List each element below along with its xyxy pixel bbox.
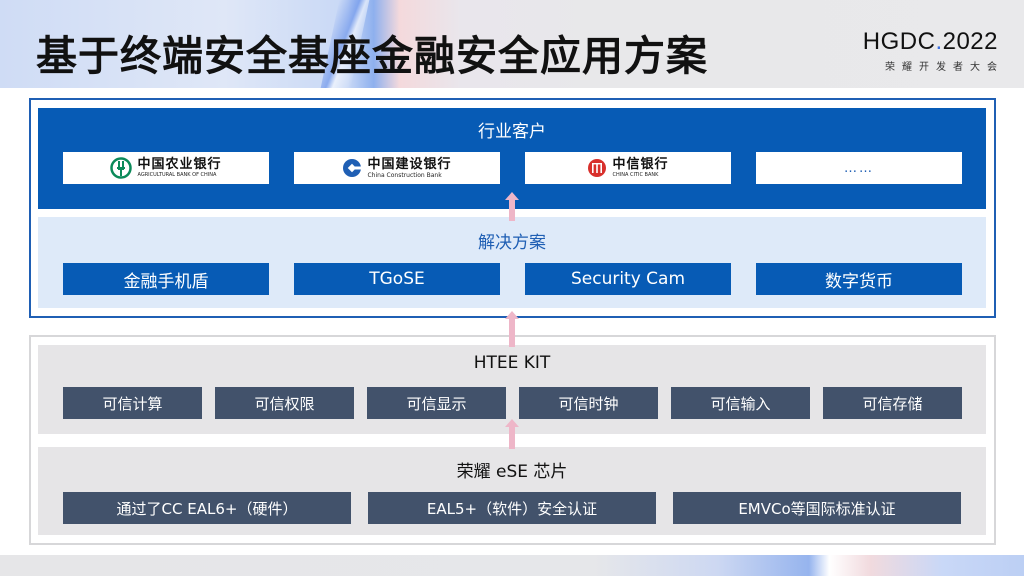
- htee-kit-title: HTEE KIT: [473, 353, 551, 373]
- kit-item: 可信计算: [63, 387, 202, 419]
- brand-year: 2022: [942, 28, 998, 55]
- bank-name-en: CHINA CITIC BANK: [612, 171, 659, 178]
- brand-name: HGDC: [862, 28, 936, 55]
- kit-item: 可信权限: [215, 387, 354, 419]
- bank-card-citic: 中信银行 CHINA CITIC BANK: [525, 152, 731, 184]
- solutions-title: 解决方案: [478, 233, 546, 253]
- bank-name-cn: 中国农业银行: [137, 156, 222, 172]
- ese-item: 通过了CC EAL6+（硬件）: [63, 492, 351, 524]
- ese-item: EMVCo等国际标准认证: [673, 492, 961, 524]
- kit-item: 可信存储: [823, 387, 962, 419]
- ese-chip-panel: 荣耀 eSE 芯片 通过了CC EAL6+（硬件） EAL5+（软件）安全认证 …: [38, 447, 986, 535]
- abc-logo-icon: [110, 157, 133, 179]
- solutions-panel: 解决方案 金融手机盾 TGoSE Security Cam 数字货币: [38, 217, 986, 308]
- bank-name-cn: 中信银行: [612, 156, 669, 172]
- solution-item: TGoSE: [294, 263, 500, 295]
- brand-logo: HGDC.2022 荣耀开发者大会: [863, 28, 998, 73]
- citic-logo-icon: [588, 159, 607, 177]
- brand-main: HGDC.2022: [863, 28, 998, 56]
- more-banks-ellipsis: ……: [844, 160, 874, 176]
- bank-card-ccb: 中国建设银行 China Construction Bank: [294, 152, 500, 184]
- bank-name-en: China Construction Bank: [367, 171, 442, 179]
- arrow-up-icon: [505, 192, 519, 221]
- bank-name-en: AGRICULTURAL BANK OF CHINA: [137, 171, 217, 178]
- ese-chip-title: 荣耀 eSE 芯片: [456, 462, 568, 482]
- ese-item: EAL5+（软件）安全认证: [368, 492, 656, 524]
- ccb-logo-icon: [343, 159, 363, 177]
- customers-title: 行业客户: [478, 122, 546, 142]
- arrow-up-icon: [505, 311, 519, 347]
- solution-item: 数字货币: [756, 263, 962, 295]
- brand-dot: .: [935, 28, 943, 55]
- solution-item: Security Cam: [525, 263, 731, 295]
- page-title: 基于终端安全基座金融安全应用方案: [36, 32, 708, 80]
- bank-name-cn: 中国建设银行: [367, 156, 452, 172]
- kit-item: 可信时钟: [519, 387, 658, 419]
- kit-item: 可信显示: [367, 387, 506, 419]
- brand-subtitle: 荣耀开发者大会: [885, 62, 1004, 73]
- bank-card-abc: 中国农业银行 AGRICULTURAL BANK OF CHINA: [63, 152, 269, 184]
- solution-item: 金融手机盾: [63, 263, 269, 295]
- kit-item: 可信输入: [671, 387, 810, 419]
- footer-band: [0, 555, 1024, 576]
- arrow-up-icon: [505, 419, 519, 449]
- bank-card-more: ……: [756, 152, 962, 184]
